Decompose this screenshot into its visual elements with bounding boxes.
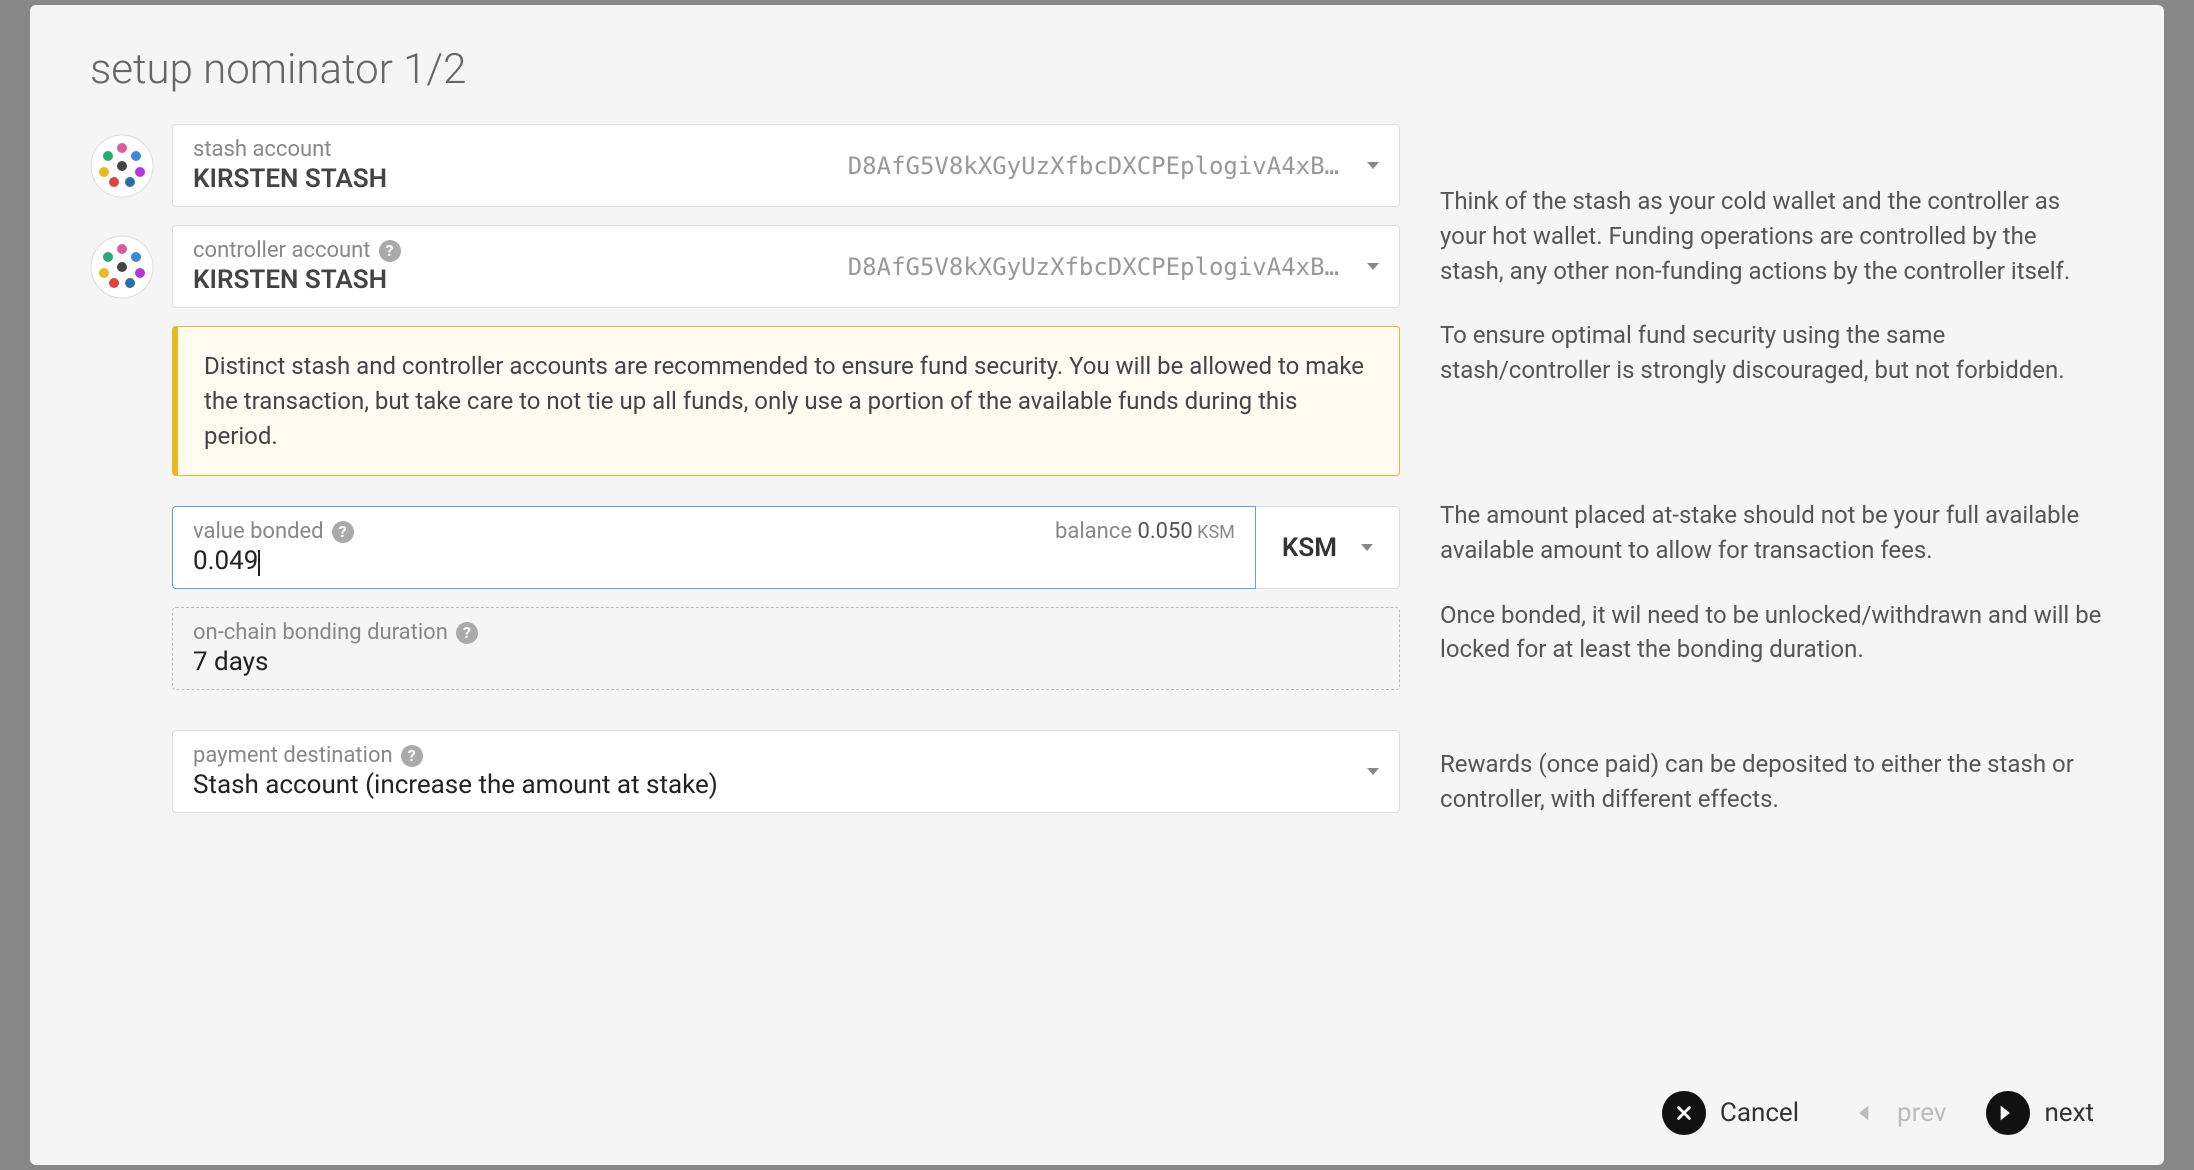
chevron-down-icon xyxy=(1367,162,1379,169)
close-icon xyxy=(1662,1091,1706,1135)
controller-account-select[interactable]: controller account ? KIRSTEN STASH D8AfG… xyxy=(172,225,1400,308)
stash-account-select[interactable]: stash account KIRSTEN STASH D8AfG5V8kXGy… xyxy=(172,124,1400,207)
stash-account-row: stash account KIRSTEN STASH D8AfG5V8kXGy… xyxy=(90,124,1400,207)
step-forward-icon xyxy=(1986,1091,2030,1135)
modal-content: stash account KIRSTEN STASH D8AfG5V8kXGy… xyxy=(90,124,2104,1071)
payment-destination-row: payment destination ? Stash account (inc… xyxy=(172,730,1400,813)
setup-nominator-modal: setup nominator 1/2 stash account KIRSTE… xyxy=(30,5,2164,1165)
payment-value: Stash account (increase the amount at st… xyxy=(193,770,1357,800)
controller-name: KIRSTEN STASH xyxy=(193,265,848,295)
next-button[interactable]: next xyxy=(1986,1091,2094,1135)
help-duration: Once bonded, it wil need to be unlocked/… xyxy=(1440,598,2104,668)
payment-label: payment destination ? xyxy=(193,743,1357,768)
unit-label: KSM xyxy=(1282,533,1337,563)
help-stash: Think of the stash as your cold wallet a… xyxy=(1440,184,2104,288)
same-account-warning: Distinct stash and controller accounts a… xyxy=(172,326,1400,476)
value-bonded-row: value bonded ? 0.049 balance 0.050 KSM K… xyxy=(172,506,1400,589)
stash-identicon xyxy=(90,134,154,198)
stash-label: stash account xyxy=(193,137,848,162)
modal-title: setup nominator 1/2 xyxy=(90,45,2104,94)
controller-identicon xyxy=(90,235,154,299)
stash-name: KIRSTEN STASH xyxy=(193,164,848,194)
help-controller: To ensure optimal fund security using th… xyxy=(1440,318,2104,388)
help-icon[interactable]: ? xyxy=(332,521,354,543)
bonding-duration-row: on-chain bonding duration ? 7 days xyxy=(172,607,1400,690)
duration-label: on-chain bonding duration ? xyxy=(193,620,1379,645)
controller-account-row: controller account ? KIRSTEN STASH D8AfG… xyxy=(90,225,1400,308)
chevron-down-icon xyxy=(1367,263,1379,270)
controller-address: D8AfG5V8kXGyUzXfbcDXCPEplogivA4xB… xyxy=(848,253,1339,281)
prev-button: prev xyxy=(1839,1091,1946,1135)
help-payment: Rewards (once paid) can be deposited to … xyxy=(1440,747,2104,817)
help-icon[interactable]: ? xyxy=(456,622,478,644)
chevron-down-icon xyxy=(1361,544,1373,551)
duration-value: 7 days xyxy=(193,647,1379,677)
value-bonded-input-box[interactable]: value bonded ? 0.049 balance 0.050 KSM xyxy=(172,506,1256,589)
form-column: stash account KIRSTEN STASH D8AfG5V8kXGy… xyxy=(90,124,1400,1071)
help-icon[interactable]: ? xyxy=(379,240,401,262)
chevron-down-icon xyxy=(1367,768,1379,775)
help-column: Think of the stash as your cold wallet a… xyxy=(1440,124,2104,1071)
bonded-value[interactable]: 0.049 xyxy=(193,546,1235,576)
stash-address: D8AfG5V8kXGyUzXfbcDXCPEplogivA4xB… xyxy=(848,152,1339,180)
controller-label: controller account ? xyxy=(193,238,848,263)
help-bonded: The amount placed at-stake should not be… xyxy=(1440,498,2104,568)
step-back-icon xyxy=(1839,1091,1883,1135)
payment-destination-select[interactable]: payment destination ? Stash account (inc… xyxy=(172,730,1400,813)
help-icon[interactable]: ? xyxy=(401,745,423,767)
bonding-duration-box: on-chain bonding duration ? 7 days xyxy=(172,607,1400,690)
balance-display: balance 0.050 KSM xyxy=(1055,519,1235,544)
modal-footer: Cancel prev next xyxy=(90,1071,2104,1135)
cancel-button[interactable]: Cancel xyxy=(1662,1091,1799,1135)
unit-select[interactable]: KSM xyxy=(1256,506,1400,589)
